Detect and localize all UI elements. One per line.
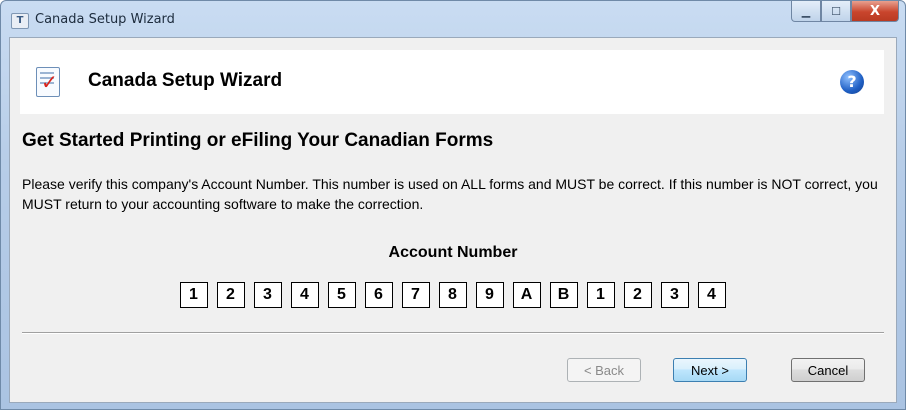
window-title: Canada Setup Wizard (35, 12, 175, 27)
account-digit: 8 (438, 282, 467, 308)
account-digit: 2 (623, 282, 652, 308)
account-digit: 4 (290, 282, 319, 308)
maximize-button[interactable]: ☐ (821, 1, 851, 22)
account-number-digits: 1 2 3 4 5 6 7 8 9 A B 1 2 3 4 (10, 282, 896, 308)
next-button[interactable]: Next > (673, 358, 747, 382)
app-icon: T (11, 13, 29, 29)
instructions-text: Please verify this company's Account Num… (22, 176, 878, 212)
close-button[interactable]: X (851, 1, 899, 22)
wizard-content: ✓ Canada Setup Wizard ? Get Started Prin… (9, 37, 897, 403)
account-digit: 1 (586, 282, 615, 308)
account-digit: 2 (216, 282, 245, 308)
account-digit: 6 (364, 282, 393, 308)
checklist-icon: ✓ (36, 67, 60, 97)
footer-separator (22, 332, 884, 334)
help-icon[interactable]: ? (840, 70, 864, 94)
account-digit: 9 (475, 282, 504, 308)
wizard-window: T Canada Setup Wizard ▁ ☐ X ✓ Canada Set… (0, 0, 906, 410)
check-mark-icon: ✓ (41, 70, 58, 94)
cancel-button[interactable]: Cancel (791, 358, 865, 382)
account-digit: 5 (327, 282, 356, 308)
account-digit: 3 (660, 282, 689, 308)
account-digit: A (512, 282, 541, 308)
wizard-header: ✓ Canada Setup Wizard ? (20, 50, 884, 114)
page-heading: Get Started Printing or eFiling Your Can… (22, 130, 494, 151)
title-bar[interactable]: T Canada Setup Wizard ▁ ☐ X (1, 1, 905, 37)
account-digit: 4 (697, 282, 726, 308)
account-digit: 3 (253, 282, 282, 308)
minimize-button[interactable]: ▁ (791, 1, 821, 22)
header-title: Canada Setup Wizard (88, 70, 283, 91)
account-digit: B (549, 282, 578, 308)
account-number-label: Account Number (388, 244, 518, 261)
back-button[interactable]: < Back (567, 358, 641, 382)
account-digit: 7 (401, 282, 430, 308)
account-digit: 1 (179, 282, 208, 308)
caption-buttons: ▁ ☐ X (791, 1, 899, 23)
